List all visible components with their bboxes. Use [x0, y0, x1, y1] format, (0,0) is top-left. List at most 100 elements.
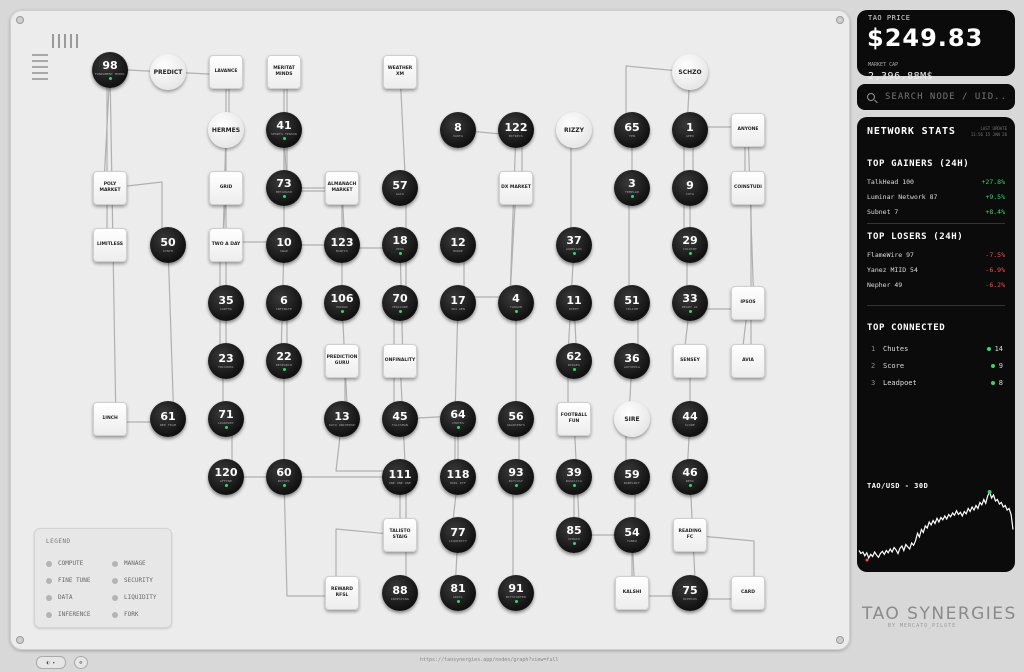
legend-item-fine-tune[interactable]: FINE TUNE	[46, 577, 91, 584]
search-input[interactable]	[883, 91, 1007, 103]
node-sire[interactable]: SIRE	[614, 401, 650, 437]
node-44[interactable]: 44 SCORE	[672, 401, 708, 437]
node-dx-market[interactable]: DX MARKET	[499, 171, 533, 205]
node-91[interactable]: 91 BITSTARTER	[498, 575, 534, 611]
node-75[interactable]: 75 HIPPIUS	[672, 575, 708, 611]
node-77[interactable]: 77 LIQUIDITY	[440, 517, 476, 553]
node-1[interactable]: 1 APEX	[672, 112, 708, 148]
node-39[interactable]: 39 BASILICA	[556, 459, 592, 495]
node-card[interactable]: CARD	[731, 576, 765, 610]
node-rizzy[interactable]: RIZZY	[556, 112, 592, 148]
node-35[interactable]: 35 CARTHA	[208, 285, 244, 321]
node-two-a-day[interactable]: TWO A DAY	[209, 228, 243, 262]
legend-item-inference[interactable]: INFERENCE	[46, 611, 91, 618]
node-3[interactable]: 3 TEMPLAR	[614, 170, 650, 206]
node-54[interactable]: 54 YANEZ	[614, 517, 650, 553]
node-98[interactable]: 98 FUNDAMENT MODEL	[92, 52, 128, 88]
node-4[interactable]: 4 TARGON	[498, 285, 534, 321]
node-41[interactable]: 41 SPORTS TENSOR	[266, 112, 302, 148]
node-71[interactable]: 71 LEADPOET	[208, 401, 244, 437]
node-label: COINSTUDI	[734, 185, 762, 190]
zoom-toggle-button[interactable]: ◐ ▸	[36, 656, 66, 669]
node-70[interactable]: 70 VERICORE	[382, 285, 418, 321]
node-reward-rfsl[interactable]: REWARD RFSL	[325, 576, 359, 610]
settings-icon[interactable]: ⚙	[74, 656, 88, 669]
node-22[interactable]: 22 DESEARCH	[266, 343, 302, 379]
node-10[interactable]: 10 SWAP	[266, 227, 302, 263]
node-lavance[interactable]: LAVANCE	[209, 55, 243, 89]
legend-item-liquidity[interactable]: LIQUIDITY	[112, 594, 157, 601]
node-football-fun[interactable]: FOOTBALL FUN	[557, 402, 591, 436]
node-60[interactable]: 60 BITSEC	[266, 459, 302, 495]
node-label: SCHZO	[678, 68, 702, 76]
node-schzo[interactable]: SCHZO	[672, 54, 708, 90]
node-111[interactable]: 111 ONE ONE ONE	[382, 459, 418, 495]
node-61[interactable]: 61 RED TEAM	[150, 401, 186, 437]
node-uid: 106	[330, 292, 354, 305]
node-prediction-guru[interactable]: PREDICTION GURU	[325, 344, 359, 378]
node-hermes[interactable]: HERMES	[208, 112, 244, 148]
node-106[interactable]: 106 VOIDAI	[324, 285, 360, 321]
node-62[interactable]: 62 RIDGES	[556, 343, 592, 379]
node-sensey[interactable]: SENSEY	[673, 344, 707, 378]
legend-item-data[interactable]: DATA	[46, 594, 72, 601]
node-123[interactable]: 123 MANTIS	[324, 227, 360, 263]
node-meritat-minds[interactable]: MERITAT MINDS	[267, 55, 301, 89]
node-29[interactable]: 29 COLDINT	[672, 227, 708, 263]
node-51[interactable]: 51 CELIUM	[614, 285, 650, 321]
node-kalshi[interactable]: KALSHI	[615, 576, 649, 610]
node-1inch[interactable]: 1INCH	[93, 402, 127, 436]
legend-item-compute[interactable]: COMPUTE	[46, 560, 83, 567]
node-ipsos[interactable]: IPSOS	[731, 286, 765, 320]
node-93[interactable]: 93 BITCAST	[498, 459, 534, 495]
node-12[interactable]: 12 HORDE	[440, 227, 476, 263]
legend-item-manage[interactable]: MANAGE	[112, 560, 146, 567]
node-poly-market[interactable]: POLY MARKET	[93, 171, 127, 205]
node-18[interactable]: 18 ZEUS	[382, 227, 418, 263]
status-dot-icon	[572, 542, 576, 545]
node-57[interactable]: 57 GAIA	[382, 170, 418, 206]
node-65[interactable]: 65 TPN	[614, 112, 650, 148]
node-81[interactable]: 81 GRAIL	[440, 575, 476, 611]
node-33[interactable]: 33 READY AI	[672, 285, 708, 321]
node-limitless[interactable]: LIMITLESS	[93, 228, 127, 262]
node-37[interactable]: 37 AURELIUS	[556, 227, 592, 263]
node-56[interactable]: 56 GRADIENTS	[498, 401, 534, 437]
node-64[interactable]: 64 CHUTES	[440, 401, 476, 437]
node-grid[interactable]: GRID	[209, 171, 243, 205]
node-85[interactable]: 85 VIDAIO	[556, 517, 592, 553]
node-11[interactable]: 11 DIPPY	[556, 285, 592, 321]
node-120[interactable]: 120 AFFINE	[208, 459, 244, 495]
node-17[interactable]: 17 404 GEN	[440, 285, 476, 321]
node-name: AUTOPPIA	[623, 365, 641, 369]
node-118[interactable]: 118 HODL ETF	[440, 459, 476, 495]
node-122[interactable]: 122 BITRECS	[498, 112, 534, 148]
node-reading-fc[interactable]: READING FC	[673, 518, 707, 552]
node-59[interactable]: 59 BABELBIT	[614, 459, 650, 495]
legend-item-security[interactable]: SECURITY	[112, 577, 153, 584]
node-13[interactable]: 13 DATA UNIVERSE	[324, 401, 360, 437]
node-coinstudi[interactable]: COINSTUDI	[731, 171, 765, 205]
node-onfinality[interactable]: ONFINALITY	[383, 344, 417, 378]
node-talisto-staig[interactable]: TALISTO STAIG	[383, 518, 417, 552]
node-anyone[interactable]: ANYONE	[731, 113, 765, 147]
node-45[interactable]: 45 TALISMAN	[382, 401, 418, 437]
node-9[interactable]: 9 IOTA	[672, 170, 708, 206]
status-dot-icon	[514, 310, 518, 313]
node-46[interactable]: 46 RESI	[672, 459, 708, 495]
search-box[interactable]	[857, 84, 1015, 110]
node-uid: 73	[276, 177, 292, 190]
node-name: INFINITE	[275, 307, 293, 311]
node-36[interactable]: 36 AUTOPPIA	[614, 343, 650, 379]
node-6[interactable]: 6 INFINITE	[266, 285, 302, 321]
node-almanach-market[interactable]: ALMANACH MARKET	[325, 171, 359, 205]
node-88[interactable]: 88 INVESTING	[382, 575, 418, 611]
node-predict[interactable]: PREDICT	[150, 54, 186, 90]
node-23[interactable]: 23 TRISHOOL	[208, 343, 244, 379]
legend-item-fork[interactable]: FORK	[112, 611, 138, 618]
node-8[interactable]: 8 VANTA	[440, 112, 476, 148]
node-weather-xm[interactable]: WEATHER XM	[383, 55, 417, 89]
node-50[interactable]: 50 SYNTH	[150, 227, 186, 263]
node-73[interactable]: 73 METAHASH	[266, 170, 302, 206]
node-avia[interactable]: AVIA	[731, 344, 765, 378]
